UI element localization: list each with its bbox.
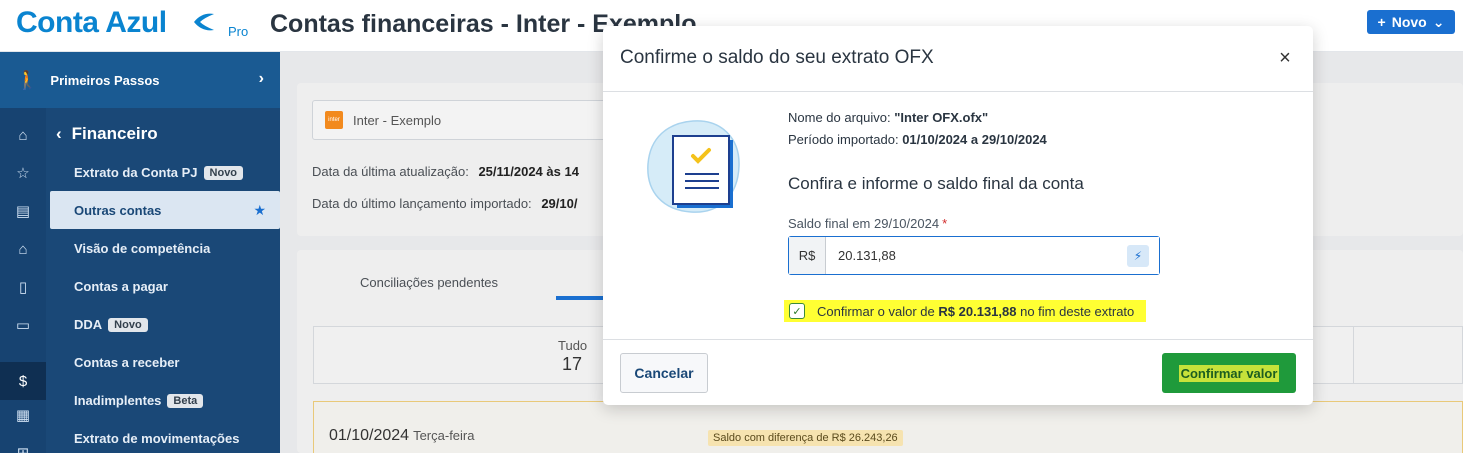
sidebar: 🚶 Primeiros Passos › ⌂ ☆ ▤ ⌂ ▯ ▭ $ ▦ ⊞ ‹… (0, 52, 280, 453)
account-name: Inter - Exemplo (353, 112, 442, 128)
active-tab-indicator (556, 296, 606, 300)
sidebar-item-extrato-movimentacoes[interactable]: Extrato de movimentações (74, 431, 239, 446)
file-label: Nome do arquivo: (788, 110, 891, 125)
section-label: Financeiro (71, 124, 158, 143)
sidebar-item-contas-receber[interactable]: Contas a receber (74, 355, 180, 370)
balance-difference-badge: Saldo com diferença de R$ 26.243,26 (708, 430, 903, 446)
sidebar-item-inadimplentes[interactable]: Inadimplentes Beta (74, 393, 204, 408)
period-value: 01/10/2024 a 29/10/2024 (902, 132, 1047, 147)
period-line: Período importado: 01/10/2024 a 29/10/20… (788, 132, 1047, 147)
logo-mark-icon (194, 13, 214, 31)
summary-label: Tudo (558, 338, 588, 353)
confirm-amount: R$ 20.131,88 (938, 303, 1017, 319)
first-steps-item[interactable]: 🚶 Primeiros Passos › (0, 52, 280, 108)
inter-logo: inter (325, 111, 343, 129)
sidebar-item-label: Contas a pagar (74, 279, 168, 294)
modal-title: Confirme o saldo do seu extrato OFX (620, 47, 934, 68)
last-import-label: Data do último lançamento importado: (312, 196, 532, 211)
new-tag: Novo (108, 317, 148, 332)
balance-input-group: R$ ⚡ (788, 236, 1160, 275)
star-icon[interactable]: ☆ (13, 163, 33, 183)
confirm-value-checkbox-row[interactable]: ✓ Confirmar o valor de R$ 20.131,88 no f… (784, 300, 1147, 322)
document-check-illustration (647, 120, 740, 213)
balance-field-label-text: Saldo final em 29/10/2024 (788, 216, 940, 231)
currency-prefix: R$ (789, 237, 826, 274)
sidebar-item-label: Outras contas (74, 202, 162, 218)
plus-icon: + (1377, 14, 1386, 30)
confirm-text-before: Confirmar o valor de (817, 303, 935, 319)
sidebar-item-visao-competencia[interactable]: Visão de competência (74, 241, 210, 256)
row-date-value: 01/10/2024 (329, 427, 410, 444)
cancel-button[interactable]: Cancelar (620, 353, 708, 393)
sidebar-item-label: DDA (74, 317, 103, 332)
period-label: Período importado: (788, 132, 899, 147)
account-select[interactable]: inter Inter - Exemplo (312, 100, 612, 140)
sidebar-menu: ‹ Financeiro Extrato da Conta PJ Novo Ou… (46, 108, 280, 453)
lightning-bolt-icon[interactable]: ⚡ (1127, 245, 1149, 267)
wallet-icon[interactable]: ▭ (13, 315, 33, 335)
clipboard-icon[interactable]: ▯ (13, 277, 33, 297)
confirm-text: Confirmar o valor de R$ 20.131,88 no fim… (817, 304, 1134, 319)
row-date: 01/10/2024 Terça-feira (329, 427, 475, 445)
final-balance-input[interactable] (826, 237, 1159, 274)
confirm-text-after: no fim deste extrato (1020, 303, 1135, 319)
summary-value: 17 (562, 354, 583, 374)
row-weekday: Terça-feira (413, 428, 475, 443)
new-tag: Novo (203, 165, 244, 180)
logo-text: Conta Azul (16, 6, 167, 39)
walking-person-icon: 🚶 (16, 69, 39, 90)
modal-footer: Cancelar Confirmar valor (603, 339, 1313, 405)
sidebar-item-label: Contas a receber (74, 355, 180, 370)
last-import-line: Data do último lançamento importado: 29/… (312, 196, 577, 211)
section-back-button[interactable]: ‹ Financeiro (56, 124, 158, 144)
beta-tag: Beta (167, 393, 204, 408)
summary-divider (1353, 326, 1354, 384)
store-icon[interactable]: ⌂ (13, 239, 33, 259)
confirm-checkbox[interactable]: ✓ (789, 303, 805, 319)
sidebar-item-label: Visão de competência (74, 241, 211, 256)
file-name-line: Nome do arquivo: "Inter OFX.ofx" (788, 110, 988, 125)
chevron-right-icon: › (258, 70, 264, 87)
chevron-left-icon: ‹ (56, 124, 62, 143)
last-import-value: 29/10/ (541, 196, 578, 211)
sidebar-item-contas-pagar[interactable]: Contas a pagar (74, 279, 168, 294)
modal-subtitle: Confira e informe o saldo final da conta (788, 174, 1084, 193)
last-update-value: 25/11/2024 às 14 (478, 164, 579, 179)
cash-register-icon[interactable]: ▤ (13, 201, 33, 221)
sidebar-item-dda[interactable]: DDA Novo (74, 317, 148, 332)
dollar-circle-icon[interactable]: $ (13, 371, 33, 391)
balance-field-label: Saldo final em 29/10/2024 * (788, 216, 947, 231)
new-button[interactable]: + Novo ⌄ (1367, 10, 1455, 34)
confirm-value-button-label: Confirmar valor (1178, 364, 1280, 382)
close-icon[interactable]: × (1275, 46, 1295, 70)
last-update-line: Data da última atualização: 25/11/2024 à… (312, 164, 579, 179)
sidebar-item-label: Extrato da Conta PJ (74, 165, 198, 180)
sidebar-item-extrato-pj[interactable]: Extrato da Conta PJ Novo (74, 165, 244, 180)
sidebar-item-outras-contas[interactable]: Outras contas ★ (50, 191, 280, 229)
new-button-label: Novo (1391, 14, 1427, 30)
sidebar-item-label: Inadimplentes (74, 393, 162, 408)
calendar-dollar-icon[interactable]: ▦ (13, 405, 33, 425)
logo-badge: Pro (228, 24, 249, 39)
confirm-value-button[interactable]: Confirmar valor (1162, 353, 1296, 393)
chevron-down-icon: ⌄ (1432, 13, 1445, 30)
tab-pending-reconciliations[interactable]: Conciliações pendentes (360, 275, 498, 290)
home-icon[interactable]: ⌂ (13, 125, 33, 145)
star-filled-icon[interactable]: ★ (253, 202, 266, 219)
modal-header: Confirme o saldo do seu extrato OFX × (603, 26, 1313, 92)
sidebar-item-label: Extrato de movimentações (74, 431, 240, 446)
confirm-balance-modal: Confirme o saldo do seu extrato OFX × No… (603, 26, 1313, 405)
required-mark: * (942, 216, 948, 231)
file-value: "Inter OFX.ofx" (894, 110, 989, 125)
icon-rail: ⌂ ☆ ▤ ⌂ ▯ ▭ $ ▦ ⊞ (0, 108, 46, 453)
cart-icon[interactable]: ⊞ (13, 443, 33, 453)
last-update-label: Data da última atualização: (312, 164, 469, 179)
first-steps-label: Primeiros Passos (50, 72, 160, 88)
